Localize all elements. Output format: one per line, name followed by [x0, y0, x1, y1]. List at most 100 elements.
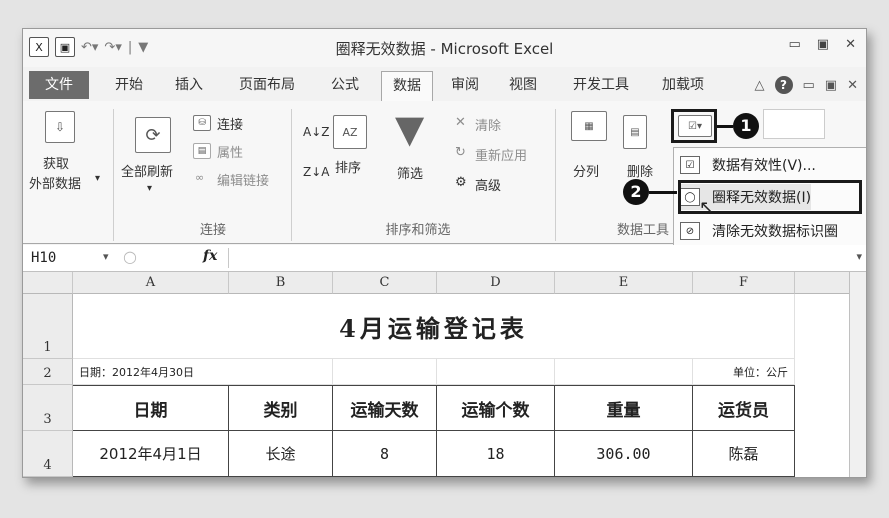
column-header-d[interactable]: D [437, 272, 555, 294]
refresh-all-label[interactable]: 全部刷新 [121, 161, 173, 180]
vertical-scrollbar[interactable] [849, 272, 866, 477]
worksheet-grid: A B C D E F 1 2 3 4 4月运输登记表 日期：2012年4月30… [23, 272, 866, 477]
data-cell-category[interactable]: 长途 [229, 431, 333, 477]
group-label-connections: 连接 [199, 223, 226, 238]
data-cell-driver[interactable]: 陈磊 [693, 431, 795, 477]
header-cell-date[interactable]: 日期 [73, 385, 229, 431]
header-cell-count[interactable]: 运输个数 [437, 385, 555, 431]
cell-c2[interactable] [333, 359, 437, 385]
row-header-3[interactable]: 3 [23, 385, 73, 431]
tab-view[interactable]: 视图 [501, 71, 545, 99]
column-header-e[interactable]: E [555, 272, 693, 294]
group-label-sort-filter: 排序和筛选 [385, 223, 451, 238]
help-icon[interactable]: ? [774, 76, 793, 94]
callout-highlight-validation [671, 109, 717, 143]
header-cell-driver[interactable]: 运货员 [693, 385, 795, 431]
properties-icon[interactable]: ▤ [193, 143, 211, 159]
clear-icon[interactable]: ✕ [455, 115, 466, 130]
advanced-button[interactable]: 高级 [475, 175, 501, 194]
cell-e2[interactable] [555, 359, 693, 385]
sort-button[interactable]: 排序 [335, 157, 361, 176]
unit-note-cell[interactable]: 单位：公斤 [693, 359, 795, 385]
doc-minimize-icon[interactable]: ▭ [803, 78, 815, 93]
reapply-icon[interactable]: ↻ [455, 145, 466, 160]
tab-insert[interactable]: 插入 [167, 71, 211, 99]
select-all-corner[interactable] [23, 272, 73, 294]
get-external-arrow-icon[interactable]: ▾ [95, 173, 100, 184]
get-external-label-1[interactable]: 获取 [43, 153, 69, 172]
group-separator [113, 109, 114, 241]
doc-restore-icon[interactable]: ▣ [825, 78, 837, 93]
insert-function-icon[interactable]: fx [203, 248, 217, 264]
filter-button[interactable]: 筛选 [397, 163, 423, 182]
menu-item-clear-circles[interactable]: ⊘ 清除无效数据标识圈 [680, 218, 838, 244]
header-cell-category[interactable]: 类别 [229, 385, 333, 431]
data-cell-count[interactable]: 18 [437, 431, 555, 477]
refresh-all-icon[interactable]: ⟳ [135, 117, 171, 153]
advanced-icon[interactable]: ⚙ [455, 175, 467, 190]
column-header-a[interactable]: A [73, 272, 229, 294]
connections-icon[interactable]: ⛁ [193, 115, 211, 131]
name-box-dropdown-icon[interactable]: ▾ [103, 250, 109, 263]
refresh-all-arrow-icon[interactable]: ▾ [147, 183, 152, 194]
tab-home[interactable]: 开始 [107, 71, 151, 99]
clear-circles-icon: ⊘ [680, 222, 700, 240]
data-cell-weight[interactable]: 306.00 [555, 431, 693, 477]
sort-za-icon[interactable]: Z↓A [303, 165, 329, 179]
mouse-cursor-icon: ↖ [699, 197, 715, 218]
expand-formula-icon[interactable]: ▾ [856, 250, 862, 263]
reapply-button[interactable]: 重新应用 [475, 145, 527, 164]
tab-data[interactable]: 数据 [381, 71, 433, 102]
tab-addins[interactable]: 加载项 [653, 71, 713, 99]
text-to-columns-icon[interactable]: ▦ [571, 111, 607, 141]
callout-badge-2: 2 [623, 179, 649, 205]
properties-button[interactable]: 属性 [217, 142, 243, 161]
get-external-data-icon[interactable]: ⇩ [45, 111, 75, 143]
header-cell-weight[interactable]: 重量 [555, 385, 693, 431]
callout-badge-1: 1 [733, 113, 759, 139]
edit-links-icon[interactable]: ∞ [195, 171, 204, 184]
callout-line-1 [717, 125, 733, 128]
column-header-g[interactable] [795, 272, 850, 294]
row-header-2[interactable]: 2 [23, 359, 73, 385]
edit-links-button[interactable]: 编辑链接 [217, 170, 269, 189]
tab-formulas[interactable]: 公式 [323, 71, 367, 99]
connections-button[interactable]: 连接 [217, 114, 243, 133]
clear-button[interactable]: 清除 [475, 115, 501, 134]
sheet-title-cell[interactable]: 4月运输登记表 [73, 294, 795, 359]
close-icon[interactable]: ✕ [845, 37, 856, 52]
tab-page-layout[interactable]: 页面布局 [229, 71, 305, 99]
sort-az-icon[interactable]: A↓Z [303, 125, 329, 139]
sort-dialog-icon[interactable]: AZ [333, 115, 367, 149]
tab-developer[interactable]: 开发工具 [563, 71, 639, 99]
row-header-4[interactable]: 4 [23, 431, 73, 477]
minimize-icon[interactable]: ▭ [789, 37, 801, 52]
header-cell-days[interactable]: 运输天数 [333, 385, 437, 431]
row-header-1[interactable]: 1 [23, 294, 73, 359]
collapse-ribbon-icon[interactable]: △ [755, 78, 765, 93]
excel-window: X ▣ ↶▾ ↷▾ | ▼ 圈释无效数据 - Microsoft Excel ▭… [22, 28, 867, 478]
column-header-f[interactable]: F [693, 272, 795, 294]
data-cell-days[interactable]: 8 [333, 431, 437, 477]
window-controls: ▭ ▣ ✕ [789, 37, 857, 52]
text-to-columns-button[interactable]: 分列 [573, 161, 599, 180]
remove-duplicates-icon[interactable]: ▤ [623, 115, 647, 149]
ribbon-blank-box [763, 109, 825, 139]
column-header-b[interactable]: B [229, 272, 333, 294]
group-separator [291, 109, 292, 241]
filter-icon[interactable]: ▼ [395, 107, 424, 151]
get-external-label-2[interactable]: 外部数据 [29, 173, 81, 192]
tab-file[interactable]: 文件 [29, 71, 89, 99]
ribbon-right-controls: △ ? ▭ ▣ ✕ [755, 76, 858, 94]
column-header-c[interactable]: C [333, 272, 437, 294]
data-cell-date[interactable]: 2012年4月1日 [73, 431, 229, 477]
menu-item-data-validation[interactable]: ☑ 数据有效性(V)... [680, 152, 816, 178]
cell-d2[interactable] [437, 359, 555, 385]
remove-duplicates-button[interactable]: 删除 [627, 161, 653, 180]
restore-icon[interactable]: ▣ [817, 37, 829, 52]
doc-close-icon[interactable]: ✕ [847, 78, 858, 93]
window-title: 圈释无效数据 - Microsoft Excel [335, 40, 554, 58]
date-note-cell[interactable]: 日期：2012年4月30日 [73, 359, 333, 385]
formula-input[interactable] [228, 248, 835, 268]
tab-review[interactable]: 审阅 [443, 71, 487, 99]
